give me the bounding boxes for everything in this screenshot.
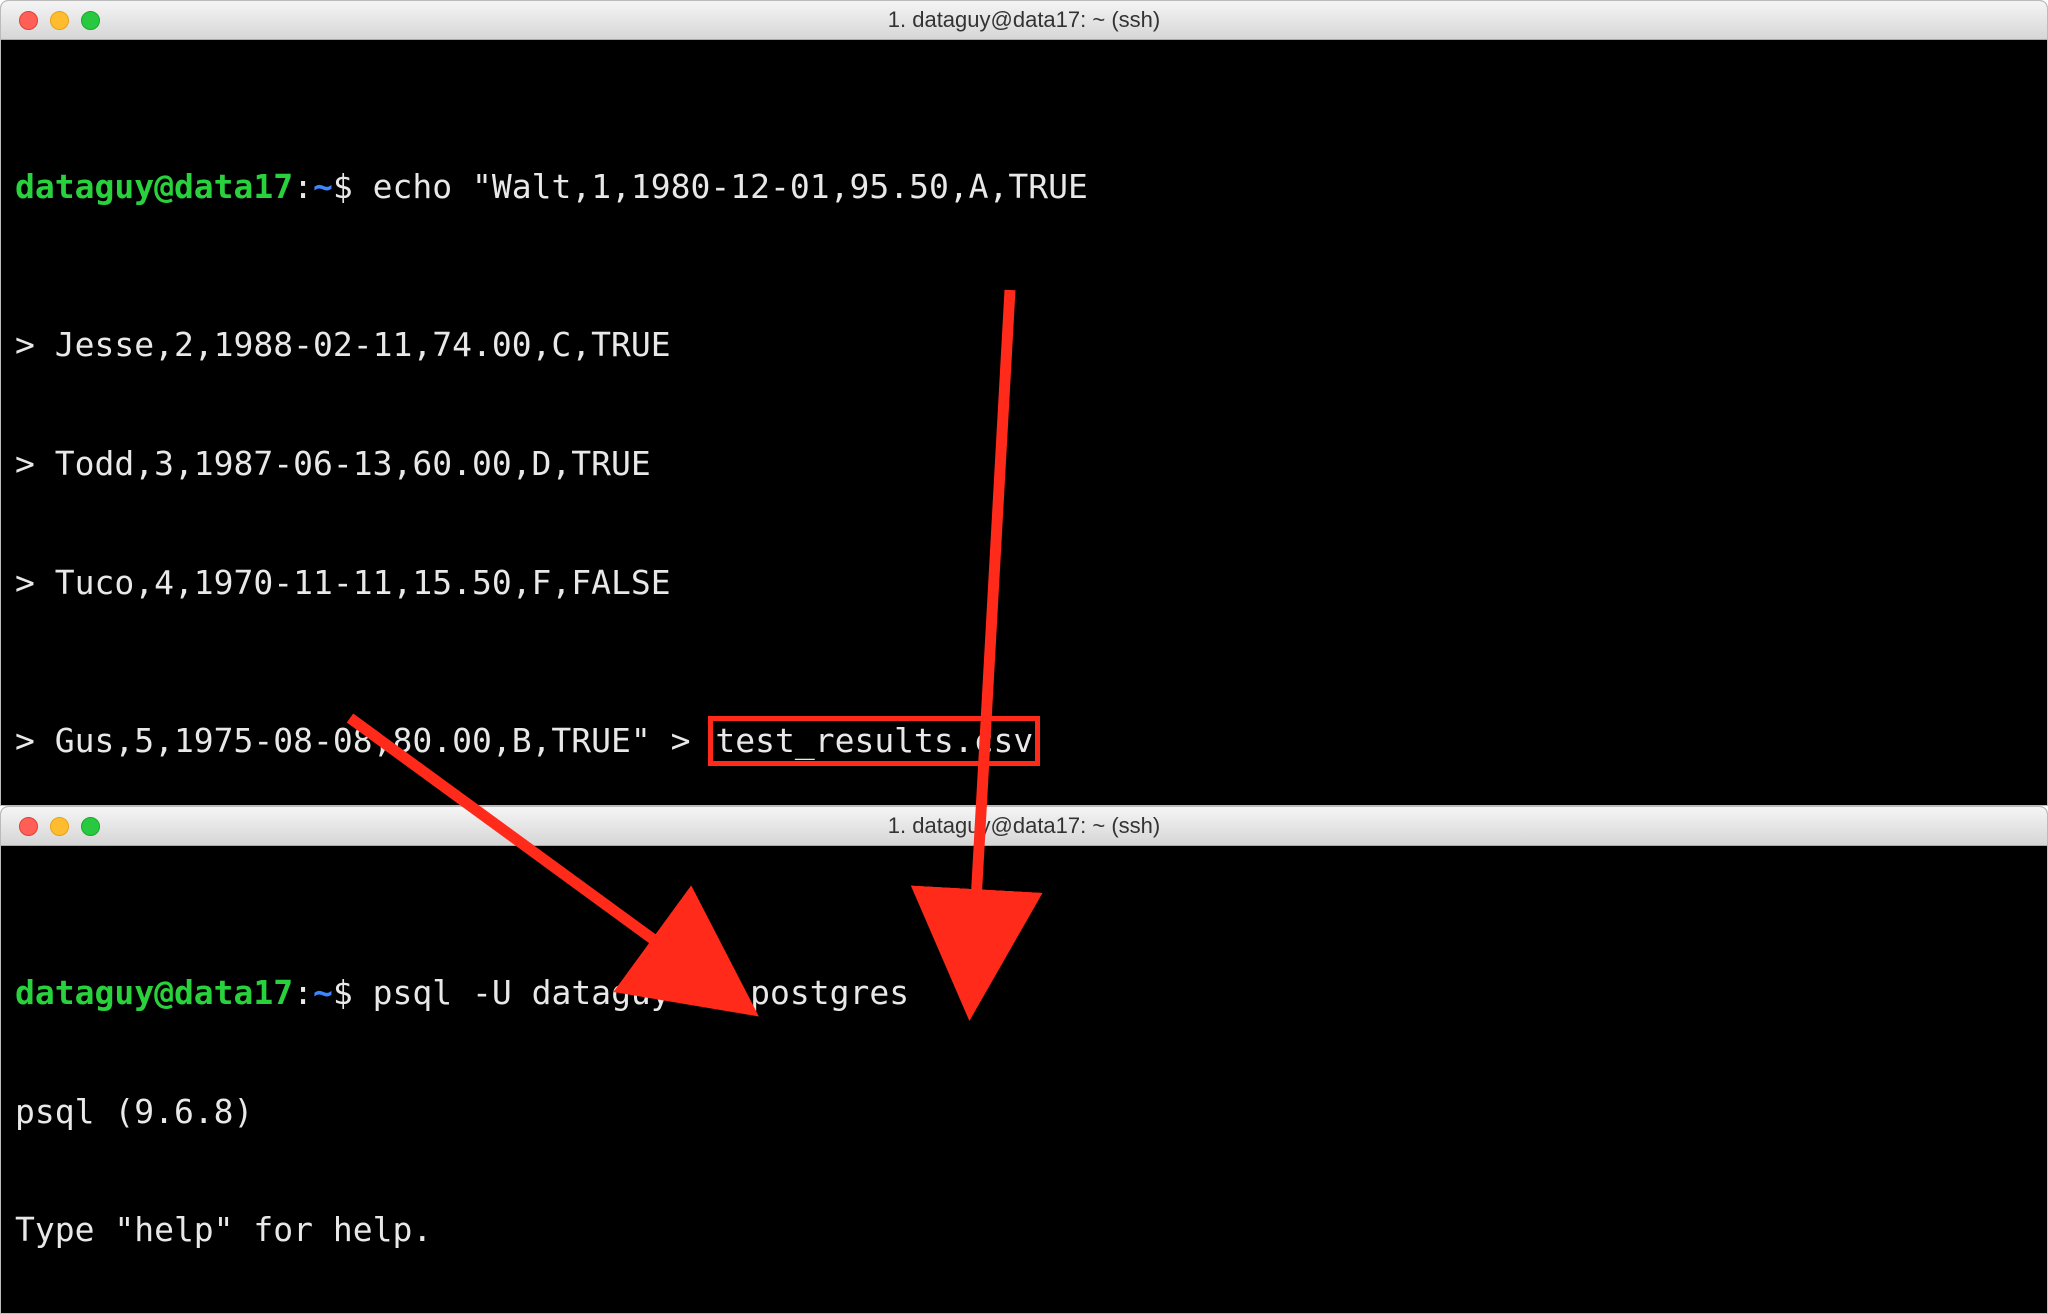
- highlight-filename-top: test_results.csv: [708, 716, 1040, 766]
- titlebar-top: 1. dataguy@data17: ~ (ssh): [1, 1, 2047, 40]
- terminal-line: > Tuco,4,1970-11-11,15.50,F,FALSE: [15, 563, 2033, 603]
- terminal-line: dataguy@data17:~$ echo "Walt,1,1980-12-0…: [15, 167, 2033, 207]
- terminal-line: > Todd,3,1987-06-13,60.00,D,TRUE: [15, 444, 2033, 484]
- terminal-line: dataguy@data17:~$ psql -U dataguy -d pos…: [15, 973, 2033, 1013]
- terminal-line: > Jesse,2,1988-02-11,74.00,C,TRUE: [15, 325, 2033, 365]
- terminal-body-top[interactable]: dataguy@data17:~$ echo "Walt,1,1980-12-0…: [1, 40, 2047, 806]
- terminal-line: psql (9.6.8): [15, 1092, 2033, 1132]
- terminal-body-bottom[interactable]: dataguy@data17:~$ psql -U dataguy -d pos…: [1, 846, 2047, 1314]
- window-title-top: 1. dataguy@data17: ~ (ssh): [1, 7, 2047, 33]
- terminal-window-top: 1. dataguy@data17: ~ (ssh) dataguy@data1…: [0, 0, 2048, 806]
- terminal-window-bottom: 1. dataguy@data17: ~ (ssh) dataguy@data1…: [0, 806, 2048, 1314]
- terminal-line: > Gus,5,1975-08-08,80.00,B,TRUE" > test_…: [15, 721, 2033, 761]
- cmd-text: echo "Walt,1,1980-12-01,95.50,A,TRUE: [373, 167, 1088, 206]
- cmd-text: psql -U dataguy -d postgres: [373, 973, 909, 1012]
- terminal-line: Type "help" for help.: [15, 1210, 2033, 1250]
- screenshot-root: 1. dataguy@data17: ~ (ssh) dataguy@data1…: [0, 0, 2048, 1314]
- window-title-bottom: 1. dataguy@data17: ~ (ssh): [1, 813, 2047, 839]
- titlebar-bottom: 1. dataguy@data17: ~ (ssh): [1, 807, 2047, 846]
